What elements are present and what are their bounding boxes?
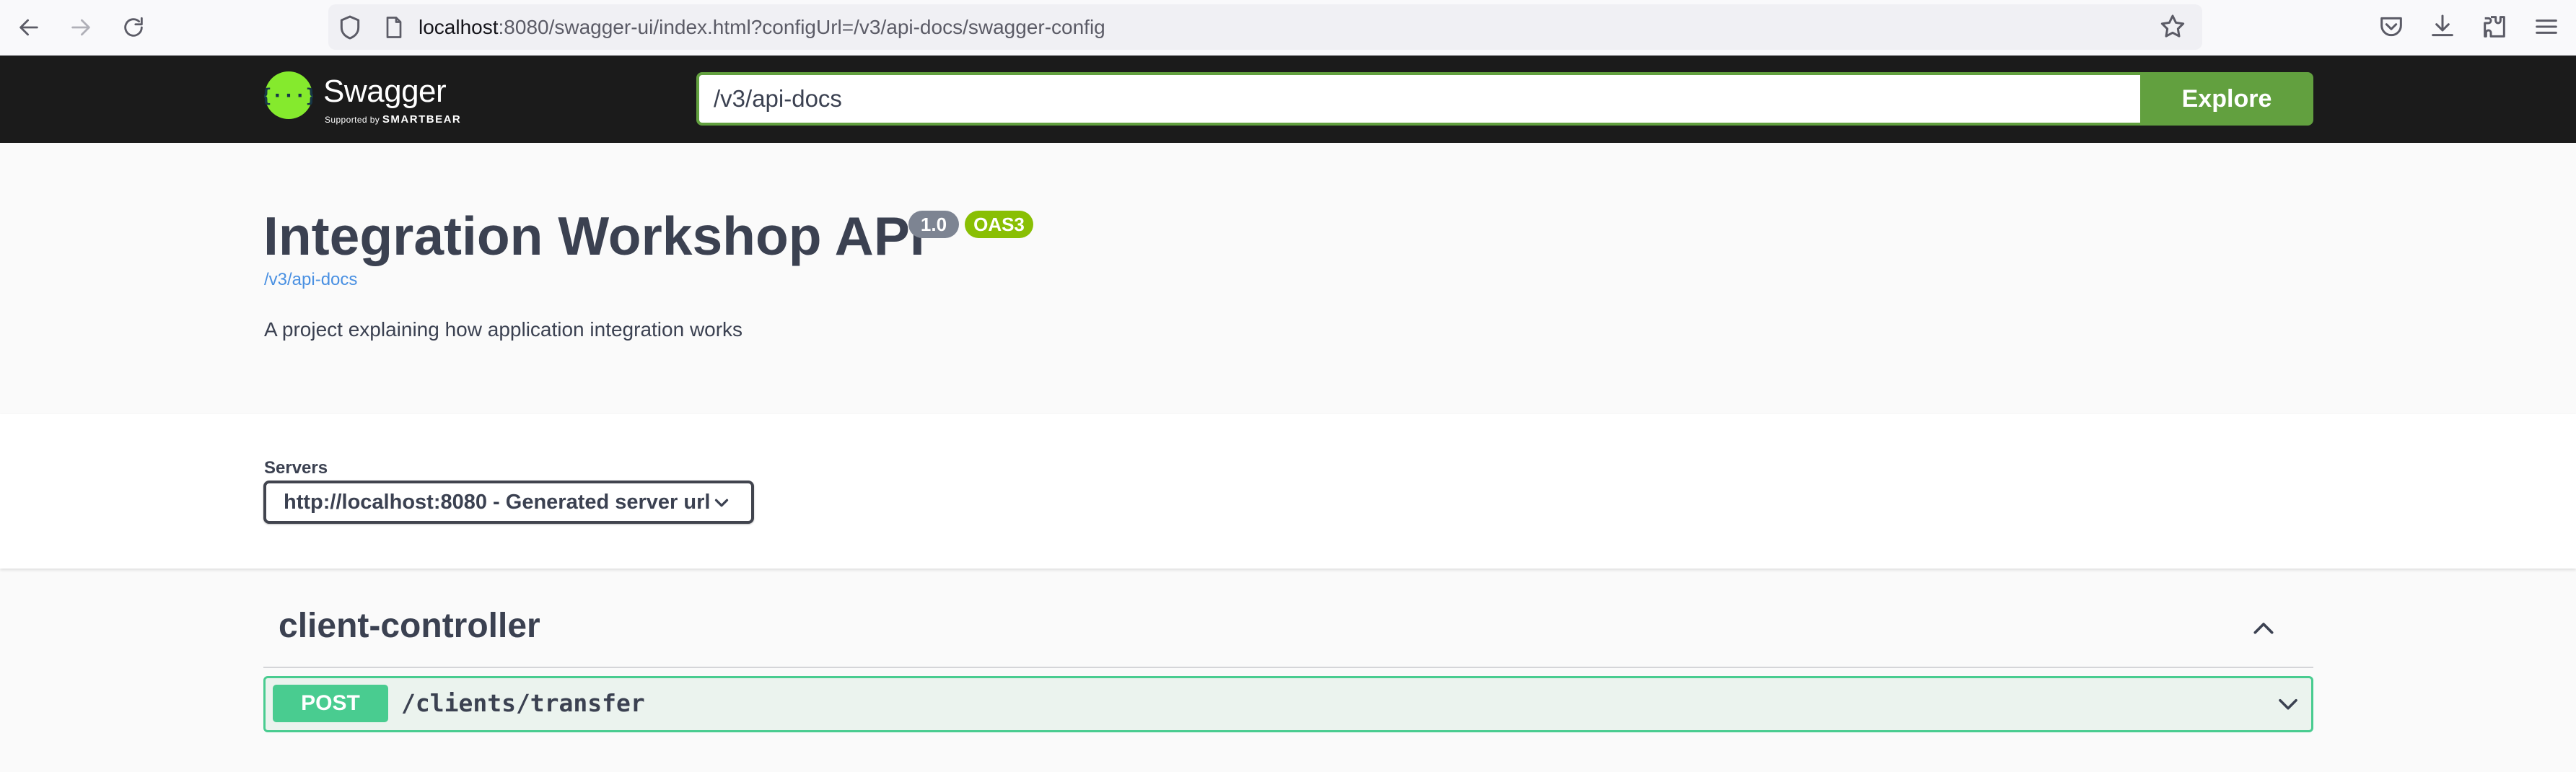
menu-icon[interactable] bbox=[2532, 12, 2561, 41]
page-icon[interactable] bbox=[381, 13, 407, 42]
version-badge: 1.0 bbox=[908, 211, 959, 238]
info-section bbox=[0, 143, 2576, 414]
logo-subtext: Supported by SMARTBEAR bbox=[325, 113, 462, 126]
arrow-right-icon bbox=[71, 19, 90, 36]
logo-text[interactable]: Swagger bbox=[323, 74, 447, 110]
servers-label: Servers bbox=[264, 458, 328, 478]
url-text[interactable]: localhost:8080/swagger-ui/index.html?con… bbox=[419, 14, 1105, 41]
bookmark-star-icon[interactable] bbox=[2158, 12, 2187, 41]
api-title: Integration Workshop API bbox=[263, 206, 925, 266]
forward-button[interactable] bbox=[65, 12, 97, 43]
operation-path[interactable]: /clients/transfer bbox=[401, 688, 645, 719]
pocket-icon[interactable] bbox=[2377, 12, 2406, 41]
arrow-left-icon bbox=[19, 19, 38, 36]
spec-url-input[interactable]: /v3/api-docs bbox=[696, 72, 2142, 126]
download-icon[interactable] bbox=[2428, 12, 2457, 41]
chevron-up-icon[interactable] bbox=[2247, 613, 2280, 642]
tag-title[interactable]: client-controller bbox=[279, 605, 540, 648]
extensions-icon[interactable] bbox=[2480, 12, 2509, 41]
reload-button[interactable] bbox=[118, 12, 149, 43]
servers-select[interactable]: http://localhost:8080 - Generated server… bbox=[263, 481, 754, 524]
swagger-logo-icon[interactable]: {···} bbox=[264, 71, 313, 120]
chevron-down-icon[interactable] bbox=[711, 492, 732, 514]
spec-link[interactable]: /v3/api-docs bbox=[264, 269, 357, 291]
shield-icon[interactable] bbox=[336, 13, 364, 42]
chevron-down-icon[interactable] bbox=[2273, 691, 2303, 719]
oas-badge: OAS3 bbox=[965, 211, 1033, 238]
tag-divider bbox=[263, 667, 2313, 668]
svg-text:{···}: {···} bbox=[264, 85, 313, 107]
explore-button[interactable]: Explore bbox=[2140, 72, 2313, 126]
back-button[interactable] bbox=[13, 12, 45, 43]
method-badge[interactable]: POST bbox=[273, 685, 388, 722]
api-description: A project explaining how application int… bbox=[264, 318, 743, 341]
reload-icon bbox=[124, 17, 143, 37]
